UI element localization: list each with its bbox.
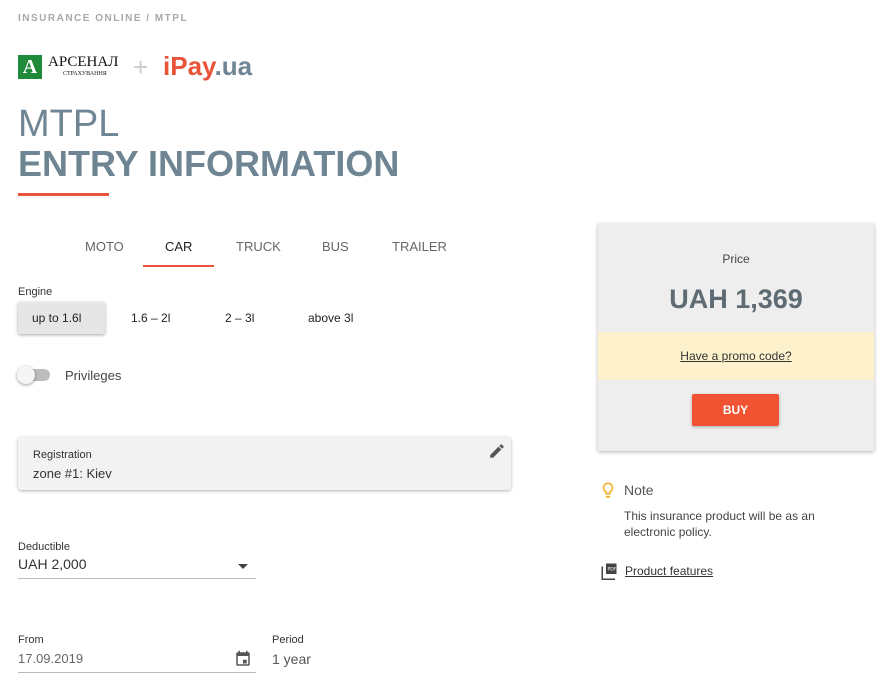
ipay-logo-ua: .ua [214,51,253,81]
from-label: From [18,634,44,646]
promo-banner: Have a promo code? [598,332,874,380]
engine-option-2-3[interactable]: 2 – 3l [211,302,268,334]
from-value: 17.09.2019 [18,651,84,666]
price-value: UAH 1,369 [669,284,803,314]
engine-label: Engine [18,286,53,298]
buy-button[interactable]: BUY [692,394,779,426]
breadcrumb: INSURANCE ONLINE / MTPL [18,13,189,24]
arsenal-logo-sub: СТРАХУВАННЯ [63,71,107,77]
title-underline [18,193,109,196]
svg-text:PDF: PDF [608,566,617,572]
pdf-icon: PDF [601,563,617,580]
privileges-toggle-knob[interactable] [17,366,35,384]
lightbulb-icon [602,482,614,498]
tab-car[interactable]: CAR [165,239,192,254]
registration-value: zone #1: Kiev [33,466,112,481]
active-tab-indicator [143,265,214,267]
registration-label: Registration [33,449,92,461]
arsenal-logo-text: АРСЕНАЛ [48,54,119,70]
deductible-value: UAH 2,000 [18,556,87,572]
tab-moto[interactable]: MOTO [85,239,124,254]
note-text: This insurance product will be as an ele… [624,509,815,539]
tab-trailer[interactable]: TRAILER [392,239,447,254]
engine-option-1.6-2[interactable]: 1.6 – 2l [117,302,184,334]
ipay-logo: iPay.ua [163,51,252,82]
product-features-link[interactable]: Product features [625,564,713,578]
page-title: MTPL [18,103,120,145]
calendar-icon[interactable] [234,650,252,668]
arsenal-logo-icon: A [18,55,42,79]
pencil-icon[interactable] [488,442,506,460]
ipay-logo-main: iPay [163,51,215,81]
deductible-select[interactable]: UAH 2,000 [18,556,256,579]
engine-option-above-3[interactable]: above 3l [294,302,367,334]
price-card: Price UAH 1,369 Have a promo code? BUY [598,224,874,451]
registration-card[interactable]: Registration zone #1: Kiev [18,437,511,490]
promo-code-link[interactable]: Have a promo code? [680,349,791,363]
note-title: Note [624,482,654,498]
period-label: Period [272,634,304,646]
chevron-down-icon [238,564,248,569]
price-label: Price [722,252,750,266]
plus-sign: + [133,52,149,82]
from-date-input[interactable]: 17.09.2019 [18,650,256,673]
engine-option-up-to-1.6[interactable]: up to 1.6l [18,302,105,334]
deductible-label: Deductible [18,541,70,553]
period-value: 1 year [272,651,311,667]
page-subtitle: ENTRY INFORMATION [18,143,400,184]
tab-bus[interactable]: BUS [322,239,349,254]
tab-truck[interactable]: TRUCK [236,239,281,254]
privileges-label: Privileges [65,368,122,383]
